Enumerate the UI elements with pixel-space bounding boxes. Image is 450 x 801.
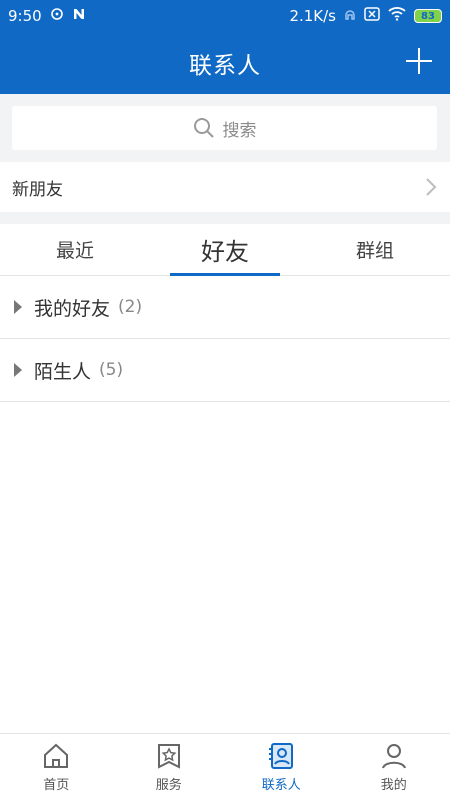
battery-icon: 83 — [414, 9, 442, 23]
search-icon — [193, 117, 215, 139]
friend-groups-list: 我的好友 (2) 陌生人 (5) — [0, 276, 450, 733]
nav-label: 我的 — [381, 774, 407, 793]
tab-recent[interactable]: 最近 — [0, 224, 150, 275]
status-bar: 9:50 2.1K/s 83 — [0, 0, 450, 32]
group-my-friends[interactable]: 我的好友 (2) — [0, 276, 450, 339]
alarm-icon — [50, 7, 64, 25]
nav-contacts[interactable]: 联系人 — [225, 734, 338, 801]
nav-profile[interactable]: 我的 — [338, 734, 450, 801]
sim-icon — [364, 7, 380, 25]
search-area: 搜索 — [0, 94, 450, 162]
nav-label: 服务 — [156, 774, 182, 793]
contact-tabs: 最近 好友 群组 — [0, 224, 450, 276]
group-count: (5) — [99, 360, 123, 380]
nav-service[interactable]: 服务 — [113, 734, 226, 801]
home-icon — [42, 742, 70, 770]
plus-icon[interactable] — [406, 48, 432, 74]
search-input[interactable]: 搜索 — [12, 106, 437, 150]
service-icon — [155, 742, 183, 770]
wifi-icon — [388, 7, 406, 25]
new-friends-row[interactable]: 新朋友 — [0, 162, 450, 212]
headset-icon — [344, 7, 356, 25]
search-placeholder: 搜索 — [223, 116, 257, 141]
new-friends-label: 新朋友 — [12, 175, 63, 200]
group-count: (2) — [118, 297, 142, 317]
status-time: 9:50 — [8, 7, 42, 25]
contacts-icon — [267, 742, 295, 770]
nav-home[interactable]: 首页 — [0, 734, 113, 801]
status-right: 2.1K/s 83 — [289, 7, 442, 25]
group-name: 陌生人 — [34, 357, 91, 384]
group-name: 我的好友 — [34, 294, 110, 321]
group-strangers[interactable]: 陌生人 (5) — [0, 339, 450, 402]
nav-label: 首页 — [43, 774, 69, 793]
nav-label: 联系人 — [262, 774, 301, 793]
chevron-right-icon — [424, 176, 438, 198]
network-speed: 2.1K/s — [289, 7, 336, 25]
page-title: 联系人 — [189, 46, 261, 80]
tab-friends[interactable]: 好友 — [150, 224, 300, 275]
tab-groups[interactable]: 群组 — [300, 224, 450, 275]
status-left: 9:50 — [8, 7, 86, 25]
title-bar: 联系人 — [0, 32, 450, 94]
bottom-nav: 首页 服务 联系人 我的 — [0, 733, 450, 801]
notification-n-icon — [72, 7, 86, 25]
profile-icon — [380, 742, 408, 770]
expand-triangle-icon — [14, 363, 22, 377]
expand-triangle-icon — [14, 300, 22, 314]
